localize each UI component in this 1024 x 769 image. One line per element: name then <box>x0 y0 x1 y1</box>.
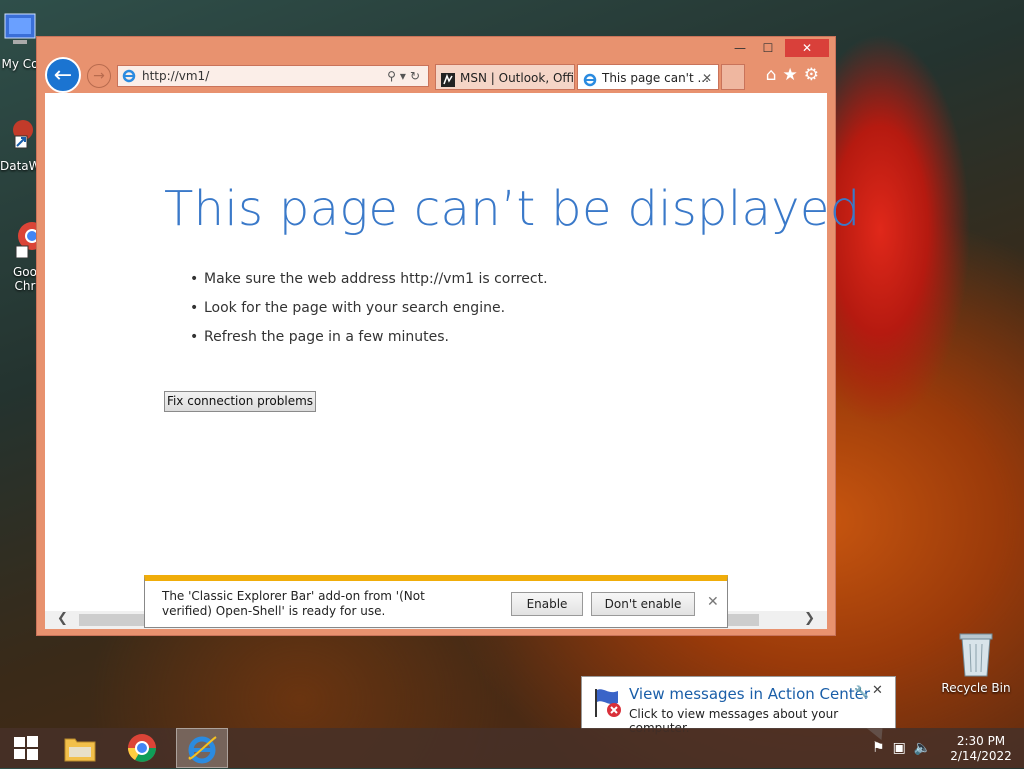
forward-button[interactable]: → <box>87 64 111 88</box>
desktop-icon-label: DataW <box>0 159 41 173</box>
wrench-icon[interactable]: 🔧 <box>854 685 869 699</box>
msn-icon <box>441 70 455 89</box>
taskbar-chrome[interactable] <box>116 728 168 768</box>
tab-label: MSN | Outlook, Offi... <box>460 71 575 85</box>
scroll-right-icon[interactable]: ❯ <box>804 611 815 626</box>
page-content: This page can’t be displayed Make sure t… <box>45 93 860 623</box>
refresh-icon[interactable]: ↻ <box>410 69 424 83</box>
browser-window: — ☐ ✕ ← → http://vm1/ ⚲▾↻ MSN | Outlook,… <box>36 36 860 636</box>
gear-icon[interactable]: ⚙ <box>804 65 825 85</box>
dropdown-icon[interactable]: ▾ <box>400 69 410 83</box>
addon-notification-bar: The 'Classic Explorer Bar' add-on from '… <box>144 575 728 628</box>
arrow-right-icon: → <box>93 68 105 84</box>
desktop-icon-dataw[interactable]: DataW <box>0 118 41 173</box>
list-item: Refresh the page in a few minutes. <box>185 329 548 358</box>
taskbar: ⚑▣🔈 2:30 PM 2/14/2022 <box>0 728 1024 768</box>
windows-logo-icon <box>14 736 38 760</box>
folder-icon <box>64 738 96 762</box>
back-button[interactable]: ← <box>45 57 81 93</box>
chrome-icon <box>128 734 156 762</box>
clock-date: 2/14/2022 <box>950 749 1012 763</box>
enable-button[interactable]: Enable <box>511 592 583 616</box>
tab-error-page[interactable]: This page can't ... ✕ <box>577 64 719 90</box>
new-tab-button[interactable] <box>721 64 745 90</box>
system-tray: ⚑▣🔈 <box>872 740 939 756</box>
action-center-balloon[interactable]: View messages in Action Center Click to … <box>581 676 896 735</box>
ie-icon <box>188 736 217 764</box>
close-window-button[interactable]: ✕ <box>785 39 829 57</box>
recycle-bin-label: Recycle Bin <box>941 681 1011 695</box>
taskbar-clock[interactable]: 2:30 PM 2/14/2022 <box>950 734 1012 764</box>
ie-icon <box>583 70 597 89</box>
desktop-icon-google-chrome[interactable]: Goo Chr <box>0 218 46 293</box>
computer-icon <box>0 10 40 53</box>
minimize-button[interactable]: — <box>727 39 753 57</box>
page-title: This page can’t be displayed <box>164 181 861 237</box>
desktop-icon-recycle-bin[interactable]: Recycle Bin <box>940 630 1012 695</box>
home-icon[interactable]: ⌂ <box>766 65 783 85</box>
search-icon[interactable]: ⚲ <box>387 69 400 83</box>
balloon-title[interactable]: View messages in Action Center <box>629 685 870 703</box>
dont-enable-button[interactable]: Don't enable <box>591 592 695 616</box>
browser-toolbar-icons: ⌂★⚙ <box>766 65 825 85</box>
recycle-bin-icon <box>940 630 1012 681</box>
tab-msn[interactable]: MSN | Outlook, Offi... <box>435 64 575 90</box>
action-center-tray-icon[interactable]: ⚑ <box>872 740 893 756</box>
address-tools: ⚲▾↻ <box>387 66 424 86</box>
volume-muted-icon[interactable]: 🔈 <box>914 740 939 756</box>
desktop-icon-label: My Co <box>1 57 39 71</box>
maximize-button[interactable]: ☐ <box>755 39 781 57</box>
taskbar-file-explorer[interactable] <box>54 728 106 768</box>
list-item: Make sure the web address http://vm1 is … <box>185 271 548 300</box>
taskbar-internet-explorer[interactable] <box>176 728 228 768</box>
list-item: Look for the page with your search engin… <box>185 300 548 329</box>
start-button[interactable] <box>0 728 52 768</box>
clock-time: 2:30 PM <box>956 734 1006 748</box>
network-icon[interactable]: ▣ <box>893 740 914 756</box>
ie-page-icon <box>122 69 136 89</box>
notification-message: The 'Classic Explorer Bar' add-on from '… <box>162 589 425 618</box>
chrome-icon <box>0 218 46 261</box>
fix-connection-button[interactable]: Fix connection problems <box>164 391 316 412</box>
scroll-left-icon[interactable]: ❮ <box>57 611 68 626</box>
suggestion-list: Make sure the web address http://vm1 is … <box>185 271 548 358</box>
address-bar[interactable]: http://vm1/ ⚲▾↻ <box>117 65 429 87</box>
tab-label: This page can't ... <box>602 71 709 85</box>
action-center-flag-icon <box>592 687 624 723</box>
arrow-left-icon: ← <box>53 63 73 88</box>
close-balloon-icon[interactable]: ✕ <box>872 683 883 698</box>
desktop-icon-my-computer[interactable]: My Co <box>0 10 40 71</box>
address-url[interactable]: http://vm1/ <box>142 66 209 86</box>
shortcut-icon <box>0 118 40 155</box>
close-notification-icon[interactable]: ✕ <box>707 594 719 610</box>
favorites-star-icon[interactable]: ★ <box>783 65 804 85</box>
close-tab-icon[interactable]: ✕ <box>702 65 712 89</box>
